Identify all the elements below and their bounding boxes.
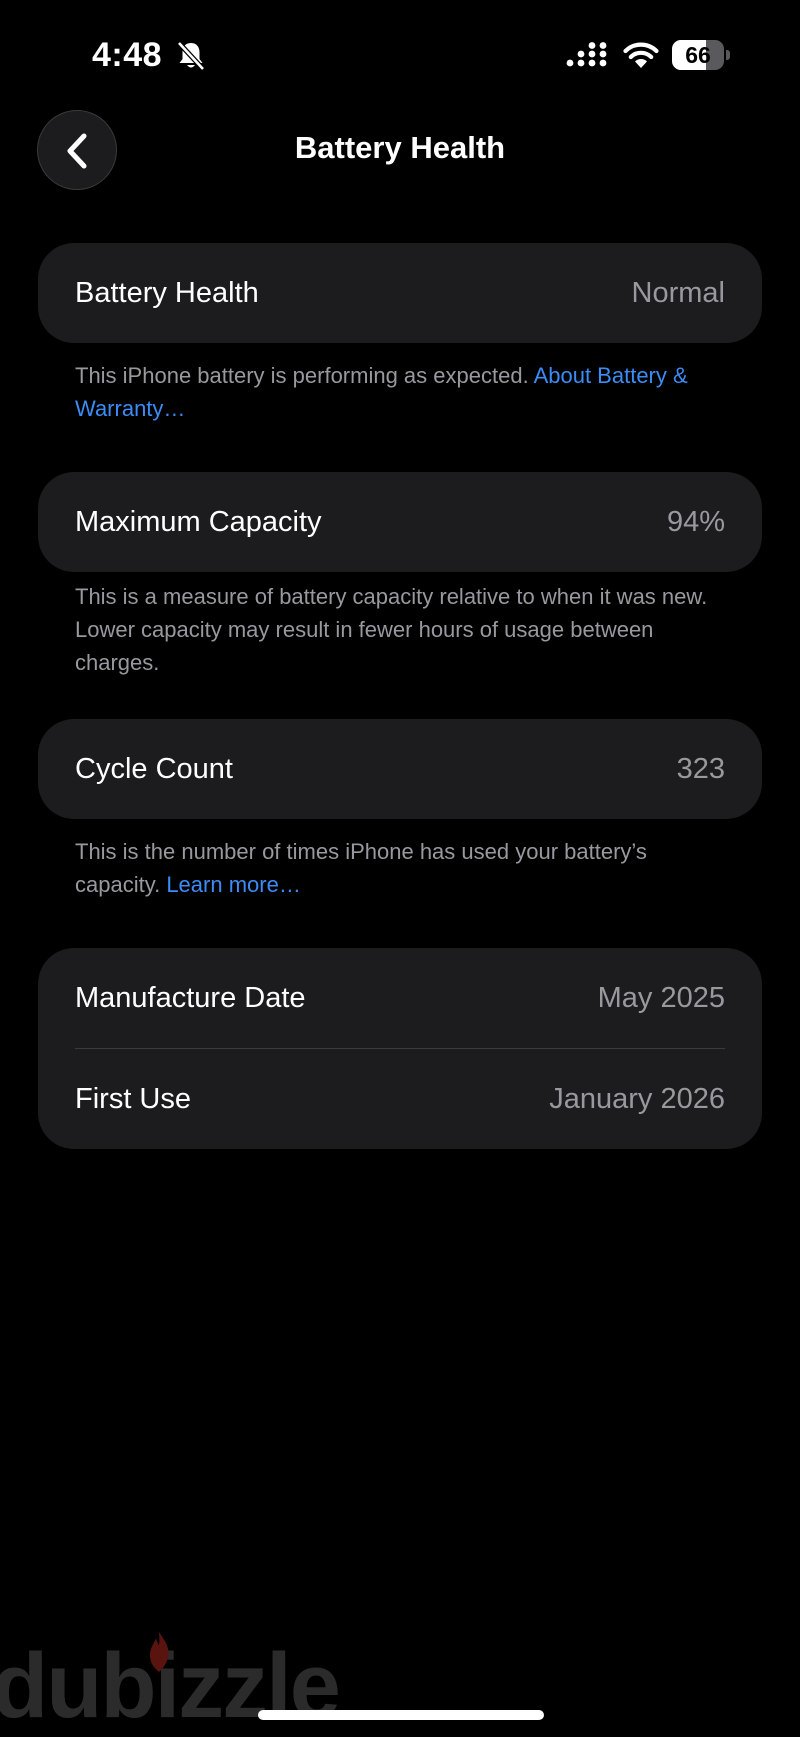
manufacture-date-label: Manufacture Date bbox=[75, 981, 306, 1014]
status-bar: 4:48 66 bbox=[0, 30, 800, 80]
cycle-count-footnote-text: This is the number of times iPhone has u… bbox=[75, 839, 647, 897]
manufacture-date-value: May 2025 bbox=[597, 981, 725, 1014]
dates-card: Manufacture Date May 2025 First Use Janu… bbox=[38, 948, 762, 1149]
learn-more-link[interactable]: Learn more… bbox=[166, 872, 301, 897]
battery-health-footnote: This iPhone battery is performing as exp… bbox=[75, 359, 715, 425]
manufacture-date-row: Manufacture Date May 2025 bbox=[75, 948, 725, 1048]
battery-body: 66 bbox=[672, 40, 724, 70]
home-indicator[interactable] bbox=[258, 1710, 544, 1720]
cycle-count-footnote: This is the number of times iPhone has u… bbox=[75, 835, 715, 901]
cycle-count-label: Cycle Count bbox=[75, 752, 233, 785]
battery-cap bbox=[726, 50, 730, 60]
maximum-capacity-row: Maximum Capacity 94% bbox=[75, 472, 725, 572]
first-use-row: First Use January 2026 bbox=[75, 1049, 725, 1149]
wifi-icon bbox=[623, 42, 659, 68]
maximum-capacity-card: Maximum Capacity 94% bbox=[38, 472, 762, 572]
cellular-signal-icon bbox=[566, 42, 607, 67]
cycle-count-value: 323 bbox=[676, 752, 725, 785]
maximum-capacity-label: Maximum Capacity bbox=[75, 505, 322, 538]
battery-icon: 66 bbox=[672, 40, 730, 70]
cycle-count-card: Cycle Count 323 bbox=[38, 719, 762, 819]
status-time: 4:48 bbox=[92, 36, 163, 74]
battery-health-footnote-text: This iPhone battery is performing as exp… bbox=[75, 363, 534, 388]
bell-slash-icon bbox=[177, 41, 205, 71]
maximum-capacity-value: 94% bbox=[666, 505, 725, 538]
battery-health-card: Battery Health Normal bbox=[38, 243, 762, 343]
page-title: Battery Health bbox=[294, 130, 506, 165]
battery-health-row: Battery Health Normal bbox=[75, 243, 725, 343]
battery-level: 66 bbox=[685, 42, 711, 68]
maximum-capacity-footnote: This is a measure of battery capacity re… bbox=[75, 584, 708, 675]
first-use-label: First Use bbox=[75, 1082, 191, 1115]
battery-health-label: Battery Health bbox=[75, 276, 259, 309]
cycle-count-row: Cycle Count 323 bbox=[75, 719, 725, 819]
battery-health-value: Normal bbox=[631, 276, 725, 309]
first-use-value: January 2026 bbox=[549, 1082, 725, 1115]
flame-icon bbox=[149, 1632, 169, 1672]
